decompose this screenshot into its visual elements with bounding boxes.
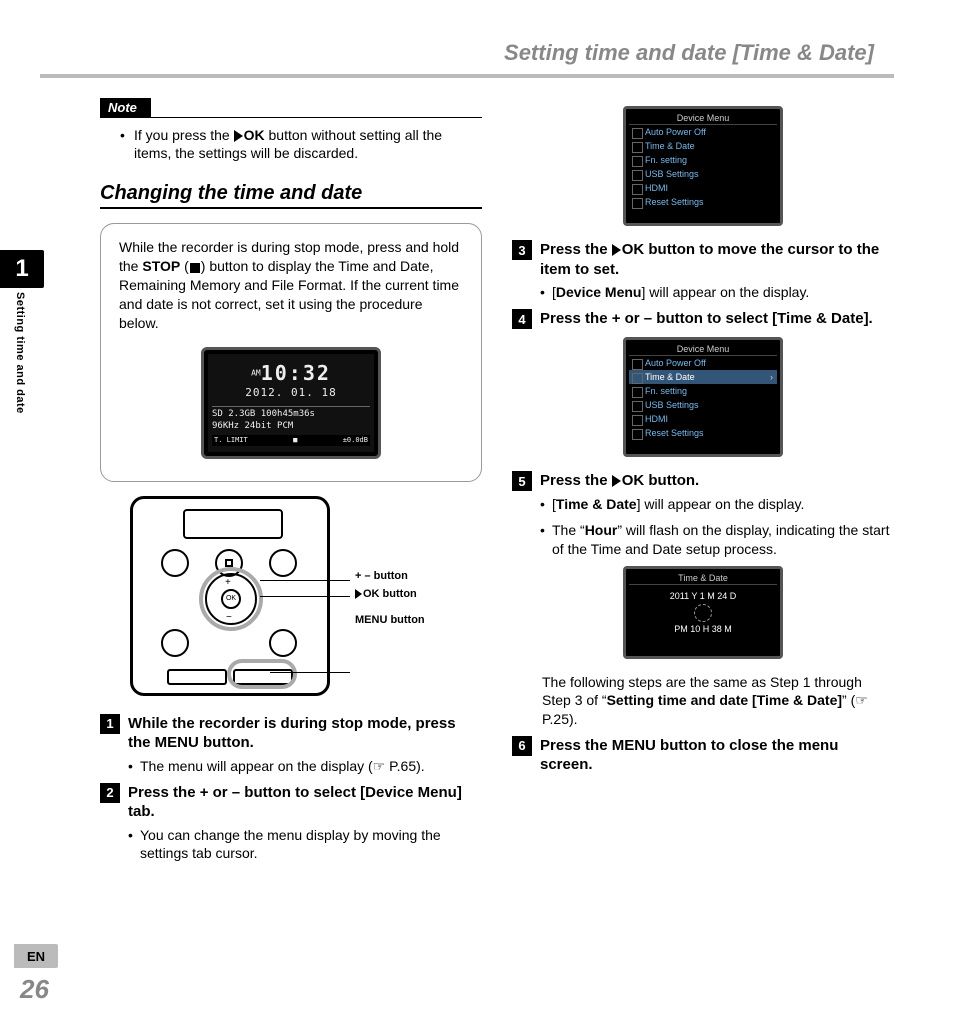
play-icon <box>234 130 243 142</box>
step-5: 5 Press the OK button. <box>512 471 894 491</box>
intro-callout: While the recorder is during stop mode, … <box>100 223 482 481</box>
time-date-screen: Time & Date 2011 Y 1 M 24 D PM 10 H 38 M… <box>623 566 783 659</box>
step-5-sub2: The “Hour” will flash on the display, in… <box>512 521 894 557</box>
hour-flash-indicator <box>694 604 712 622</box>
following-steps-note: The following steps are the same as Step… <box>542 673 894 728</box>
device-diagram: OK + − + – button OK button MENU button <box>100 496 482 706</box>
device-menu-screen-2: Device Menu Auto Power Off Time & Date› … <box>623 337 783 457</box>
side-tab: 1 Setting time and date <box>0 250 52 452</box>
stop-icon <box>190 263 200 273</box>
step-6-text: Press the MENU button to close the menu … <box>540 736 894 775</box>
clock-date: 2012. 01. 18 <box>212 386 370 400</box>
step-number-5: 5 <box>512 471 532 491</box>
label-ok: OK button <box>355 588 417 600</box>
menu-title: Device Menu <box>629 112 777 125</box>
menu-item: USB Settings <box>629 398 777 412</box>
menu-item: HDMI <box>629 412 777 426</box>
chapter-number: 1 <box>0 250 44 288</box>
status-bar: T. LIMIT■±0.0dB <box>212 435 370 446</box>
menu-item: Time & Date <box>629 139 777 153</box>
step-6: 6 Press the MENU button to close the men… <box>512 736 894 775</box>
step-number-1: 1 <box>100 714 120 734</box>
section-heading: Changing the time and date <box>100 182 482 209</box>
header-rule <box>40 74 894 78</box>
menu-title: Device Menu <box>629 343 777 356</box>
menu-item: Auto Power Off <box>629 356 777 370</box>
menu-item: Reset Settings <box>629 195 777 209</box>
label-menu: MENU button <box>355 614 425 626</box>
step-number-4: 4 <box>512 309 532 329</box>
page-footer: EN 26 <box>14 944 58 1005</box>
note-rule <box>100 117 482 118</box>
step-number-2: 2 <box>100 783 120 803</box>
step-4-text: Press the + or – button to select [Time … <box>540 309 894 329</box>
td-title: Time & Date <box>629 572 777 585</box>
step-2-sub: You can change the menu display by movin… <box>100 826 482 862</box>
language-badge: EN <box>14 944 58 968</box>
step-2: 2 Press the + or – button to select [Dev… <box>100 783 482 822</box>
step-1-sub: The menu will appear on the display (☞ P… <box>100 757 482 775</box>
menu-item-selected: Time & Date› <box>629 370 777 384</box>
step-3-sub: [Device Menu] will appear on the display… <box>512 283 894 301</box>
step-1: 1 While the recorder is during stop mode… <box>100 714 482 753</box>
step-3: 3 Press the OK button to move the cursor… <box>512 240 894 279</box>
td-line1: 2011 Y 1 M 24 D <box>631 591 775 603</box>
step-1-text: While the recorder is during stop mode, … <box>128 714 482 753</box>
td-line2: PM 10 H 38 M <box>631 624 775 636</box>
step-5-text: Press the OK button. <box>540 471 894 491</box>
note-item: If you press the OK button without setti… <box>120 126 482 162</box>
note-label: Note <box>100 98 151 117</box>
step-3-text: Press the OK button to move the cursor t… <box>540 240 894 279</box>
label-plus-minus: + – button <box>355 570 408 582</box>
device-menu-screen-1: Device Menu Auto Power Off Time & Date F… <box>623 106 783 226</box>
page-number: 26 <box>14 974 58 1005</box>
note-list: If you press the OK button without setti… <box>100 126 482 162</box>
step-2-text: Press the + or – button to select [Devic… <box>128 783 482 822</box>
menu-item: Auto Power Off <box>629 125 777 139</box>
page-header-title: Setting time and date [Time & Date] <box>40 40 894 74</box>
step-number-3: 3 <box>512 240 532 260</box>
clock-screen: AM10:32 2012. 01. 18 SD 2.3GB 100h45m36s… <box>201 347 381 459</box>
menu-item: USB Settings <box>629 167 777 181</box>
step-4: 4 Press the + or – button to select [Tim… <box>512 309 894 329</box>
step-number-6: 6 <box>512 736 532 756</box>
format-line: 96KHz 24bit PCM <box>212 421 370 433</box>
menu-item: Reset Settings <box>629 426 777 440</box>
menu-item: Fn. setting <box>629 384 777 398</box>
memory-line: SD 2.3GB 100h45m36s <box>212 409 370 421</box>
step-5-sub1: [Time & Date] will appear on the display… <box>512 495 894 513</box>
chapter-label: Setting time and date <box>14 292 26 452</box>
menu-item: HDMI <box>629 181 777 195</box>
clock-time: 10:32 <box>261 361 331 385</box>
menu-item: Fn. setting <box>629 153 777 167</box>
